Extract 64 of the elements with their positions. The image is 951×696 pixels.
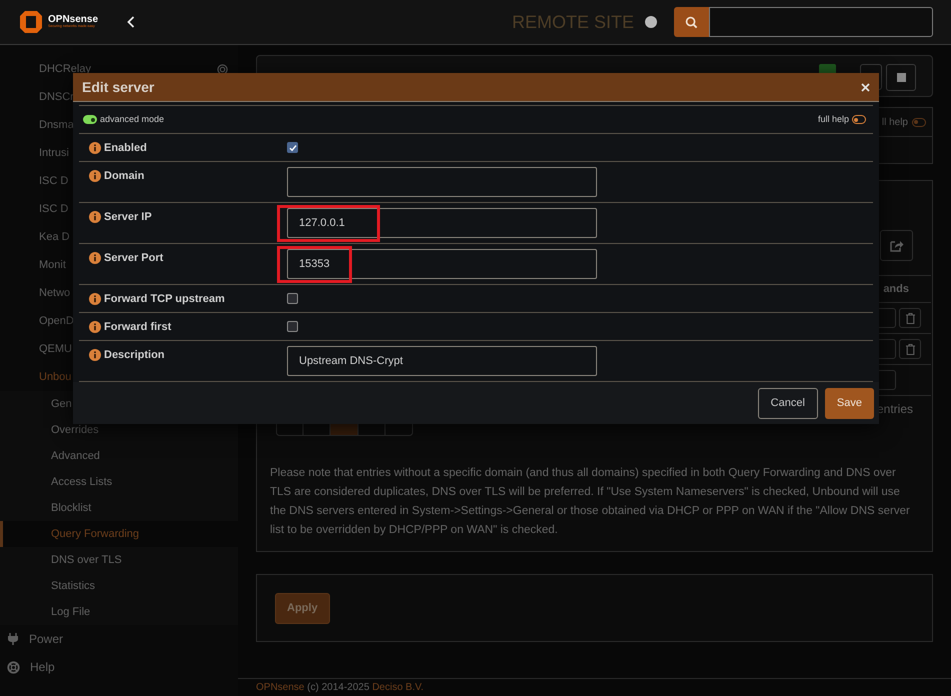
sidebar-subitem[interactable]: DNS over TLS: [0, 547, 238, 573]
search-icon: [685, 16, 698, 28]
full-help-label: full help: [818, 112, 849, 126]
field-label: Forward TCP upstream: [104, 293, 225, 305]
checkbox[interactable]: [287, 293, 298, 304]
sidebar-subitem[interactable]: Query Forwarding: [0, 521, 238, 547]
info-icon[interactable]: [89, 349, 101, 361]
delete-button[interactable]: [899, 339, 921, 359]
trash-icon: [906, 344, 914, 354]
share-icon: [890, 239, 904, 252]
field-label: Description: [104, 349, 165, 361]
chevron-left-icon[interactable]: [127, 16, 135, 28]
lifebuoy-icon: [7, 660, 20, 674]
info-icon[interactable]: [89, 142, 101, 154]
toggle-switch[interactable]: [852, 115, 866, 124]
text-field[interactable]: 127.0.0.1: [287, 208, 597, 238]
field-label: Forward first: [104, 321, 172, 333]
sidebar-subitem[interactable]: Statistics: [0, 573, 238, 599]
checkbox[interactable]: [287, 321, 298, 332]
field-label: Server IP: [104, 211, 152, 223]
check-icon: [288, 144, 296, 152]
field-label: Enabled: [104, 142, 147, 154]
apply-button[interactable]: Apply: [275, 592, 330, 624]
info-icon[interactable]: [89, 211, 101, 223]
sidebar-section[interactable]: Power: [0, 625, 238, 653]
logo-icon: [18, 9, 44, 35]
sidebar-subitem[interactable]: Access Lists: [0, 469, 238, 495]
sidebar-subitem[interactable]: Advanced: [0, 443, 238, 469]
logo-text: OPNsense: [48, 15, 98, 26]
close-icon[interactable]: [861, 82, 870, 92]
text-field[interactable]: [287, 167, 597, 197]
sidebar-subitem[interactable]: Blocklist: [0, 495, 238, 521]
save-button[interactable]: Save: [824, 388, 874, 418]
brand-link[interactable]: OPNsense: [256, 682, 304, 693]
delete-button[interactable]: [899, 308, 921, 328]
target-icon: [217, 64, 228, 74]
footer-text: OPNsense (c) 2014-2025 Deciso B.V.: [256, 681, 424, 695]
export-button[interactable]: [880, 230, 913, 261]
note-text: Please note that entries without a specific domain (and thus all domains) specified in both Query Forwarding and DNS over TLS are considered duplicates, DNS over TLS will be preferred. If "Use System Nameservers" is checked, Unbound will use the DNS servers entered in System->Settings->General or those obtained via DHCP or PPP on WAN if the "Allow DNS server list to be overridden by DHCP/PPP on WAN" is checked.: [270, 466, 911, 538]
text-field[interactable]: Upstream DNS-Crypt: [287, 346, 597, 376]
column-header: ands: [883, 282, 909, 297]
stop-icon: [896, 73, 906, 82]
plug-icon: [7, 633, 19, 645]
stop-button[interactable]: [886, 64, 916, 91]
checkbox[interactable]: [287, 142, 298, 153]
advanced-mode-label: advanced mode: [100, 112, 164, 126]
info-icon[interactable]: [89, 170, 101, 182]
info-icon[interactable]: [89, 293, 101, 305]
company-link[interactable]: Deciso B.V.: [372, 682, 424, 693]
field-label: Server Port: [104, 252, 164, 264]
search-field[interactable]: [709, 7, 933, 37]
info-icon[interactable]: [89, 321, 101, 333]
help-toggle-label: ll help: [882, 116, 908, 130]
site-name: REMOTE SITE: [512, 10, 634, 34]
info-icon[interactable]: [89, 252, 101, 264]
trash-icon: [906, 312, 914, 324]
text-field[interactable]: 15353: [287, 249, 597, 279]
field-label: Domain: [104, 170, 144, 182]
toggle-switch[interactable]: [912, 118, 926, 126]
dialog-title: Edit server: [82, 78, 154, 96]
sidebar-subitem[interactable]: Log File: [0, 599, 238, 625]
cancel-button[interactable]: Cancel: [758, 388, 818, 418]
search-button[interactable]: [674, 7, 709, 37]
sidebar-section[interactable]: Help: [0, 653, 238, 681]
